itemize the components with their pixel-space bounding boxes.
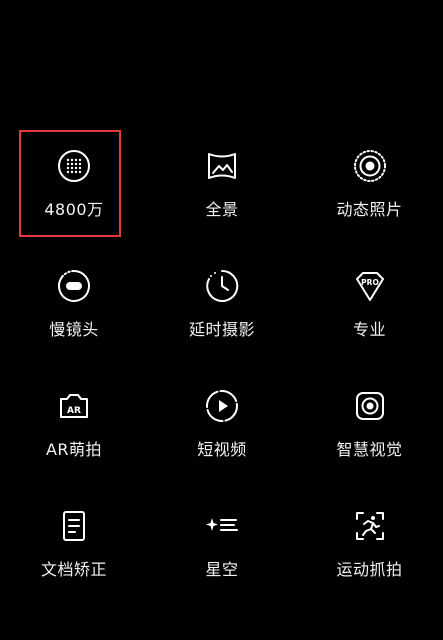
mode-48mp[interactable]: 4800万 xyxy=(0,130,148,250)
mode-label: AR萌拍 xyxy=(45,440,103,459)
mode-live-photo[interactable]: 动态照片 xyxy=(296,130,443,250)
document-icon xyxy=(56,508,92,544)
mode-label: 专业 xyxy=(352,320,386,339)
mode-ar[interactable]: AR AR萌拍 xyxy=(0,370,148,490)
mode-starry-sky[interactable]: 星空 xyxy=(148,490,296,610)
svg-text:AR: AR xyxy=(67,406,81,416)
ar-camera-icon: AR xyxy=(56,388,92,424)
mode-short-video[interactable]: 短视频 xyxy=(148,370,296,490)
mode-slow-motion[interactable]: 慢镜头 xyxy=(0,250,148,370)
mode-label: 全景 xyxy=(205,200,239,219)
short-video-icon xyxy=(204,388,240,424)
mode-label: 慢镜头 xyxy=(49,320,99,339)
pro-badge-icon: PRO xyxy=(352,268,388,304)
selection-highlight-box xyxy=(19,130,121,237)
camera-modes-grid: 4800万 全景 动态照片 慢镜头 延时摄影 PRO 专业 AR AR萌拍 短视… xyxy=(0,130,443,610)
mode-label: 动态照片 xyxy=(336,200,403,219)
timelapse-icon xyxy=(204,268,240,304)
mode-sports-capture[interactable]: 运动抓拍 xyxy=(296,490,443,610)
panorama-icon xyxy=(204,148,240,184)
mode-panorama[interactable]: 全景 xyxy=(148,130,296,250)
live-photo-icon xyxy=(352,148,388,184)
mode-label: 文档矫正 xyxy=(40,560,107,579)
slow-motion-icon xyxy=(56,268,92,304)
mode-document[interactable]: 文档矫正 xyxy=(0,490,148,610)
smart-vision-icon xyxy=(352,388,388,424)
mode-pro[interactable]: PRO 专业 xyxy=(296,250,443,370)
mode-label: 延时摄影 xyxy=(188,320,255,339)
mode-label: 运动抓拍 xyxy=(336,560,403,579)
mode-label: 星空 xyxy=(205,560,239,579)
starry-sky-icon xyxy=(204,508,240,544)
mode-label: 智慧视觉 xyxy=(336,440,403,459)
mode-label: 短视频 xyxy=(197,440,247,459)
svg-text:PRO: PRO xyxy=(361,278,379,287)
mode-timelapse[interactable]: 延时摄影 xyxy=(148,250,296,370)
sports-capture-icon xyxy=(352,508,388,544)
mode-smart-vision[interactable]: 智慧视觉 xyxy=(296,370,443,490)
